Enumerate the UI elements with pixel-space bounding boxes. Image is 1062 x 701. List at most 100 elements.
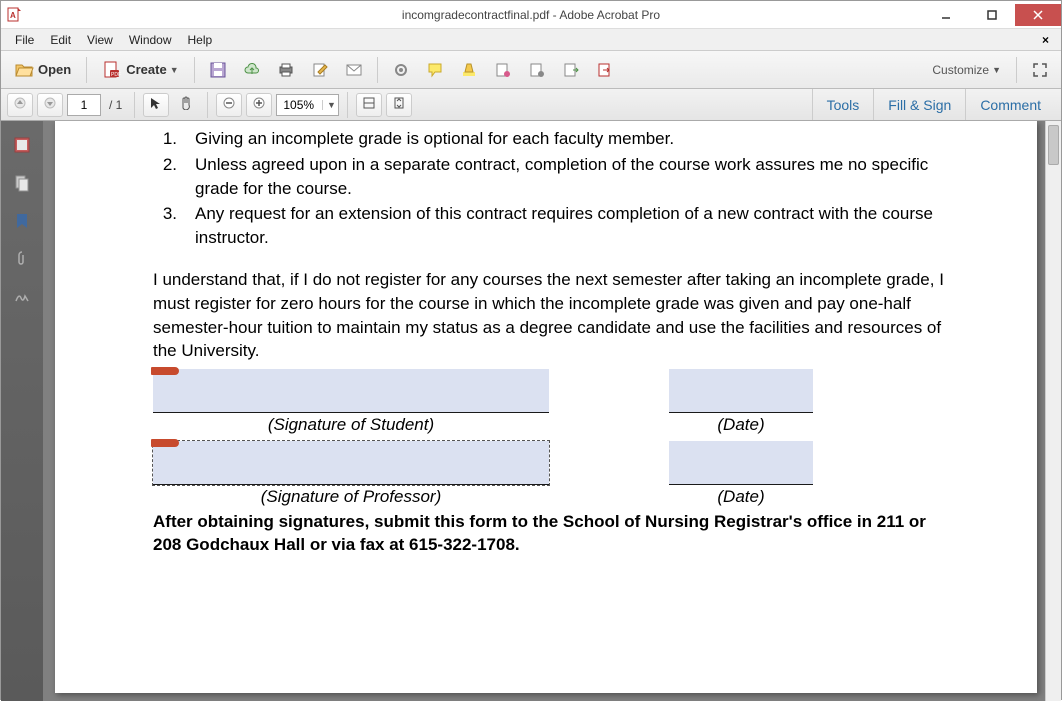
date-block-2: (Date) [669,441,813,507]
create-label: Create [126,62,166,77]
convert-button[interactable] [590,56,620,84]
date-block-1: (Date) [669,369,813,435]
window-controls [923,4,1061,26]
maximize-button[interactable] [969,4,1015,26]
hand-icon [179,96,193,113]
sign-here-tag [151,439,179,447]
customize-label: Customize [932,63,989,77]
separator [377,57,378,83]
fit-page-icon [392,96,406,113]
list-item: 3.Any request for an extension of this c… [153,202,957,250]
comment-bubble-button[interactable] [420,56,450,84]
save-button[interactable] [203,56,233,84]
mail-icon [346,62,362,78]
menu-window[interactable]: Window [121,31,180,49]
tab-comment[interactable]: Comment [965,89,1055,120]
separator [86,57,87,83]
menu-edit[interactable]: Edit [42,31,79,49]
numbered-list: 1.Giving an incomplete grade is optional… [153,127,957,250]
gear-icon [393,62,409,78]
list-num: 3. [153,202,195,250]
customize-button[interactable]: Customize ▼ [925,56,1008,84]
page-total: / 1 [105,98,126,112]
stamp-button[interactable] [488,56,518,84]
menubar: File Edit View Window Help × [1,29,1061,51]
scroll-thumb[interactable] [1048,125,1059,165]
menu-doc-close[interactable]: × [1036,33,1055,47]
main-area: 1.Giving an incomplete grade is optional… [1,121,1061,701]
zoom-select[interactable]: 105% ▼ [276,94,339,116]
export-icon [563,62,579,78]
speech-icon [427,62,443,78]
stamp-icon [495,62,511,78]
pan-tool-button[interactable] [173,93,199,117]
signature-row-2: (Signature of Professor) (Date) [153,441,957,507]
page-up-button[interactable] [7,93,33,117]
separator [1016,57,1017,83]
attach-button[interactable] [522,56,552,84]
separator [207,92,208,118]
svg-text:A: A [10,11,16,20]
print-button[interactable] [271,56,301,84]
signatures-icon[interactable] [12,287,32,307]
page-number-input[interactable] [67,94,101,116]
tool-group-2 [386,56,620,84]
email-button[interactable] [339,56,369,84]
window-title: incomgradecontractfinal.pdf - Adobe Acro… [402,8,660,22]
signature-row-1: (Signature of Student) (Date) [153,369,957,435]
edit-icon [312,62,328,78]
fit-page-button[interactable] [386,93,412,117]
menu-view[interactable]: View [79,31,121,49]
signature-professor-label: (Signature of Professor) [261,487,441,507]
page-down-button[interactable] [37,93,63,117]
plus-icon [253,97,265,112]
create-button[interactable]: PDF Create ▼ [95,56,185,84]
thumbnails-icon[interactable] [12,135,32,155]
attach-page-icon [529,62,545,78]
date-field-1[interactable] [669,369,813,413]
list-num: 2. [153,153,195,201]
date-field-2[interactable] [669,441,813,485]
print-icon [278,62,294,78]
zoom-in-button[interactable] [246,93,272,117]
date-label-1: (Date) [717,415,764,435]
signature-student-label: (Signature of Student) [268,415,434,435]
bookmarks-icon[interactable] [12,211,32,231]
cloud-button[interactable] [237,56,267,84]
separator [134,92,135,118]
menu-file[interactable]: File [7,31,42,49]
signature-professor-field[interactable] [153,441,549,485]
highlight-button[interactable] [454,56,484,84]
signature-student-block: (Signature of Student) [153,369,549,435]
fit-width-icon [362,96,376,113]
settings-button[interactable] [386,56,416,84]
pages-icon[interactable] [12,173,32,193]
save-icon [210,62,226,78]
document-viewport[interactable]: 1.Giving an incomplete grade is optional… [43,121,1061,701]
export-button[interactable] [556,56,586,84]
hand-tool-button[interactable] [143,93,169,117]
titlebar: A incomgradecontractfinal.pdf - Adobe Ac… [1,1,1061,29]
highlight-icon [461,62,477,78]
minus-icon [223,97,235,112]
fit-width-button[interactable] [356,93,382,117]
date-label-2: (Date) [717,487,764,507]
menu-help[interactable]: Help [180,31,221,49]
cloud-icon [244,62,260,78]
tab-tools[interactable]: Tools [812,89,874,120]
open-button[interactable]: Open [7,56,78,84]
minimize-button[interactable] [923,4,969,26]
pdf-page: 1.Giving an incomplete grade is optional… [55,121,1037,693]
convert-icon [597,62,613,78]
vertical-scrollbar[interactable] [1045,121,1061,701]
zoom-out-button[interactable] [216,93,242,117]
tab-fill-sign[interactable]: Fill & Sign [873,89,965,120]
edit-button[interactable] [305,56,335,84]
attachments-icon[interactable] [12,249,32,269]
list-text: Giving an incomplete grade is optional f… [195,127,674,151]
select-icon [149,96,163,113]
chevron-down-icon: ▼ [992,65,1001,75]
signature-student-field[interactable] [153,369,549,413]
close-button[interactable] [1015,4,1061,26]
fullscreen-button[interactable] [1025,56,1055,84]
